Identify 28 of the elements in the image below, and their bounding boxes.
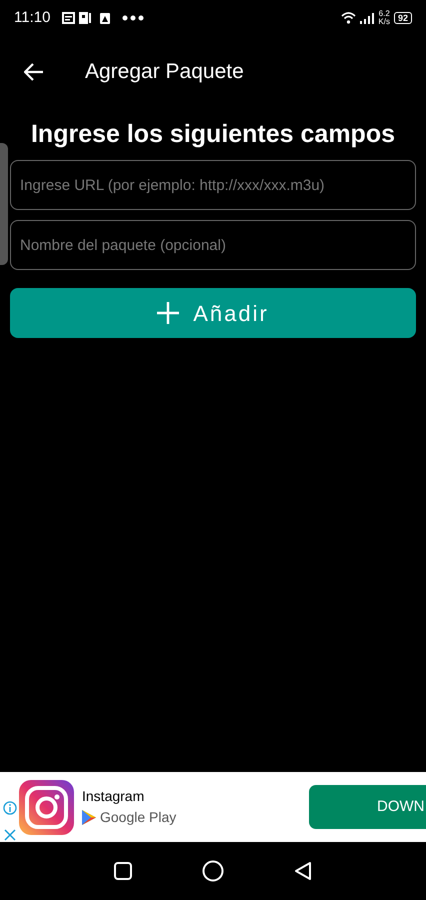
wifi-icon: [341, 12, 356, 24]
notification-icon: [62, 12, 76, 24]
form-heading: Ingrese los siguientes campos: [30, 119, 396, 150]
add-button[interactable]: Añadir: [10, 288, 416, 338]
battery-level: 92: [394, 12, 412, 24]
ad-store-name: Google Play: [100, 808, 176, 827]
side-handle[interactable]: [0, 143, 8, 265]
screen-title: Agregar Paquete: [85, 59, 244, 86]
ad-app-name: Instagram: [82, 787, 146, 806]
status-time: 11:10: [14, 8, 50, 28]
plus-icon: [157, 302, 180, 324]
app-logo-icon: [19, 780, 74, 834]
download-button[interactable]: DOWN: [309, 785, 426, 829]
play-store-icon: [82, 810, 96, 825]
input-field[interactable]: Nombre del paquete (opcional): [10, 220, 416, 270]
recent-apps-icon[interactable]: [114, 862, 132, 880]
network-speed-unit: K/s: [378, 18, 390, 26]
alert-icon: [100, 12, 110, 24]
notification-icon: [79, 12, 92, 24]
signal-icon: [360, 12, 374, 24]
info-icon[interactable]: [2, 801, 16, 815]
input-field[interactable]: Ingrese URL (por ejemplo: http://xxx/xxx.m3u): [10, 160, 416, 210]
close-icon[interactable]: [4, 829, 16, 841]
home-icon[interactable]: [202, 860, 224, 882]
network-speed: 6.2: [378, 10, 390, 18]
back-arrow-icon: [24, 63, 44, 81]
back-nav-icon[interactable]: [294, 861, 312, 881]
more-dots-icon: [122, 15, 144, 21]
